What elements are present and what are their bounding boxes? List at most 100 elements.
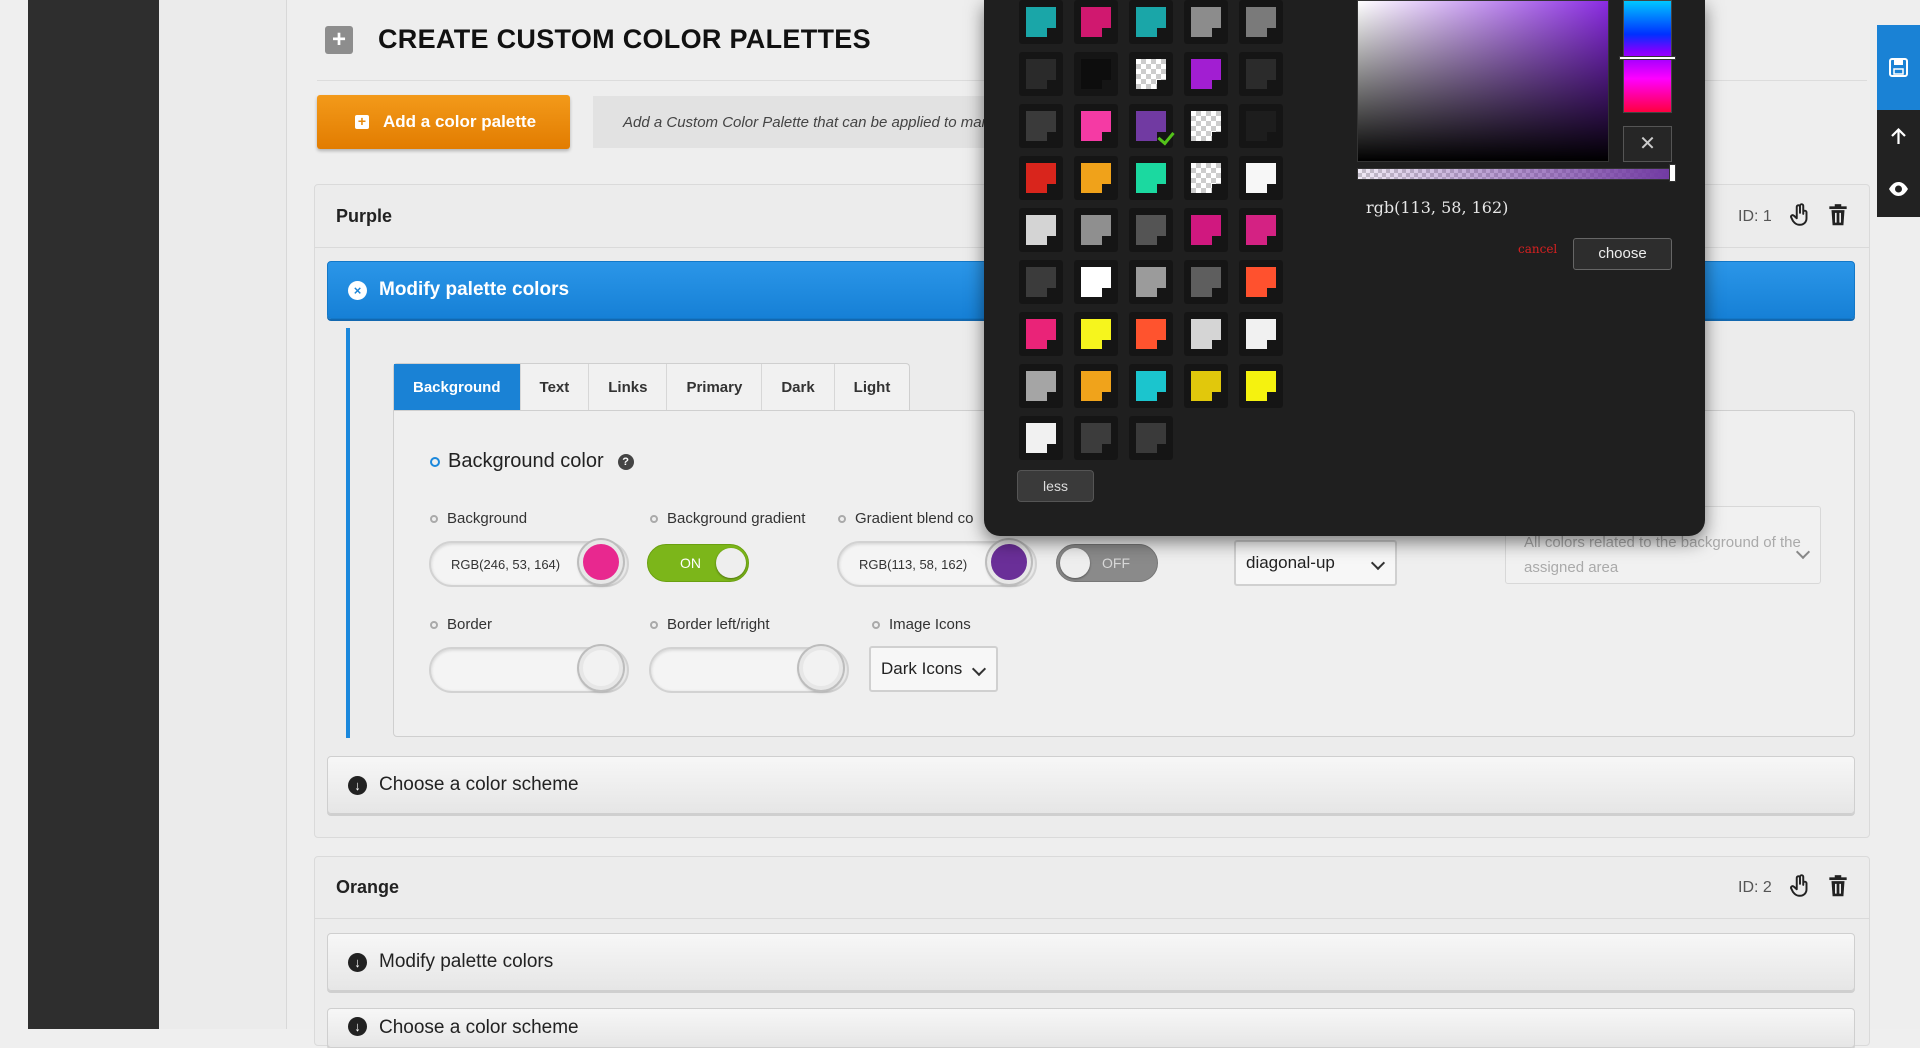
color-swatch[interactable] (1074, 416, 1118, 460)
color-swatch[interactable] (1239, 312, 1283, 356)
color-swatch[interactable] (1129, 104, 1175, 148)
color-swatch[interactable] (1129, 156, 1173, 200)
color-swatch[interactable] (1239, 52, 1283, 96)
hand-pointer-icon[interactable] (1787, 202, 1813, 228)
tab-links[interactable]: Links (589, 364, 668, 411)
color-swatch[interactable] (1184, 52, 1228, 96)
color-swatch[interactable] (1239, 260, 1283, 304)
color-swatch[interactable] (1184, 364, 1228, 408)
border-lr-color-swatch[interactable] (799, 646, 843, 690)
eye-icon[interactable] (1877, 170, 1920, 208)
color-swatch[interactable] (1074, 156, 1118, 200)
color-swatch[interactable] (1184, 208, 1228, 252)
cancel-link[interactable]: cancel (1518, 242, 1557, 256)
color-swatch[interactable] (1184, 312, 1228, 356)
palette-header-divider (315, 918, 1869, 919)
saturation-area[interactable] (1357, 0, 1609, 162)
color-swatch[interactable] (1019, 0, 1063, 44)
image-icons-value: Dark Icons (881, 659, 963, 678)
alpha-slider[interactable] (1357, 168, 1672, 180)
palette-name: Purple (336, 206, 393, 226)
toggle-state-text: ON (680, 555, 701, 571)
color-swatch[interactable] (1239, 0, 1283, 44)
color-swatch[interactable] (1184, 0, 1228, 44)
color-swatch[interactable] (1019, 312, 1063, 356)
color-swatch[interactable] (1239, 104, 1283, 148)
gradient-direction-select[interactable]: diagonal-up (1234, 540, 1397, 586)
description-text: All colors related to the background of … (1524, 534, 1801, 576)
color-swatch[interactable] (1019, 364, 1063, 408)
color-swatch[interactable] (1019, 104, 1063, 148)
accordion-body-indicator (346, 328, 350, 738)
image-icons-select[interactable]: Dark Icons (869, 646, 998, 692)
hue-slider-handle[interactable] (1619, 56, 1676, 60)
background-color-swatch[interactable] (579, 540, 623, 584)
field-bullet (872, 620, 880, 629)
color-swatch[interactable] (1129, 364, 1173, 408)
alpha-slider-handle[interactable] (1669, 164, 1676, 182)
field-bullet (838, 514, 846, 523)
color-swatch[interactable] (1184, 104, 1228, 148)
color-swatch[interactable] (1074, 312, 1118, 356)
choose-color-scheme-accordion[interactable]: ↓ Choose a color scheme (327, 1008, 1855, 1048)
trash-icon[interactable] (1825, 873, 1851, 899)
color-swatch[interactable] (1129, 52, 1173, 96)
tab-primary[interactable]: Primary (667, 364, 763, 411)
toggle-knob (716, 548, 746, 578)
background-label-text: Background (447, 510, 528, 527)
save-icon[interactable] (1877, 25, 1920, 110)
palette-id: ID: 2 (1738, 879, 1772, 896)
toggle-knob (1060, 548, 1090, 578)
color-swatch[interactable] (1074, 0, 1118, 44)
color-swatch[interactable] (1074, 208, 1118, 252)
hand-pointer-icon[interactable] (1787, 873, 1813, 899)
help-icon[interactable]: ? (617, 453, 634, 470)
color-swatch[interactable] (1184, 156, 1228, 200)
blend-toggle[interactable]: OFF (1056, 544, 1158, 582)
arrow-down-circle-icon: ↓ (348, 952, 367, 972)
color-swatch[interactable] (1129, 0, 1173, 44)
color-swatch[interactable] (1019, 52, 1063, 96)
color-swatch[interactable] (1074, 260, 1118, 304)
color-swatch[interactable] (1239, 364, 1283, 408)
color-swatch[interactable] (1129, 208, 1173, 252)
tab-light[interactable]: Light (835, 364, 910, 411)
section-heading: Background color ? (430, 450, 634, 473)
color-swatch[interactable] (1019, 156, 1063, 200)
background-gradient-toggle[interactable]: ON (647, 544, 749, 582)
color-swatch[interactable] (1129, 260, 1173, 304)
add-color-palette-label: Add a color palette (383, 112, 537, 131)
section-heading-text: Background color (448, 450, 604, 472)
collapse-plus-icon[interactable]: + (325, 26, 353, 54)
arrow-up-icon[interactable] (1877, 118, 1920, 156)
trash-icon[interactable] (1825, 202, 1851, 228)
choose-color-scheme-accordion[interactable]: ↓ Choose a color scheme (327, 756, 1855, 814)
toggle-state-text: OFF (1102, 555, 1130, 571)
color-swatch[interactable] (1019, 260, 1063, 304)
background-field-label: Background (430, 510, 527, 527)
color-swatch[interactable] (1129, 312, 1173, 356)
color-swatch[interactable] (1239, 208, 1283, 252)
border-color-swatch[interactable] (579, 646, 623, 690)
color-swatch[interactable] (1074, 364, 1118, 408)
color-swatch[interactable] (1184, 260, 1228, 304)
color-swatch[interactable] (1019, 208, 1063, 252)
tab-background[interactable]: Background (394, 364, 521, 411)
close-icon[interactable]: ✕ (1623, 126, 1672, 162)
border-label-text: Border (447, 616, 493, 633)
arrow-down-circle-icon: ↓ (348, 775, 367, 795)
gradient-direction-value: diagonal-up (1246, 553, 1335, 572)
color-swatch[interactable] (1129, 416, 1173, 460)
chevron-down-icon (971, 661, 987, 677)
less-button[interactable]: less (1017, 470, 1094, 502)
modify-palette-colors-accordion[interactable]: ↓ Modify palette colors (327, 933, 1855, 991)
color-swatch[interactable] (1074, 104, 1118, 148)
color-swatch[interactable] (1019, 416, 1063, 460)
choose-button[interactable]: choose (1573, 238, 1672, 270)
tab-dark[interactable]: Dark (762, 364, 835, 411)
color-swatch[interactable] (1239, 156, 1283, 200)
add-color-palette-button[interactable]: + Add a color palette (317, 95, 570, 149)
tab-text[interactable]: Text (521, 364, 590, 411)
gradient-blend-color-swatch[interactable] (987, 540, 1031, 584)
color-swatch[interactable] (1074, 52, 1118, 96)
